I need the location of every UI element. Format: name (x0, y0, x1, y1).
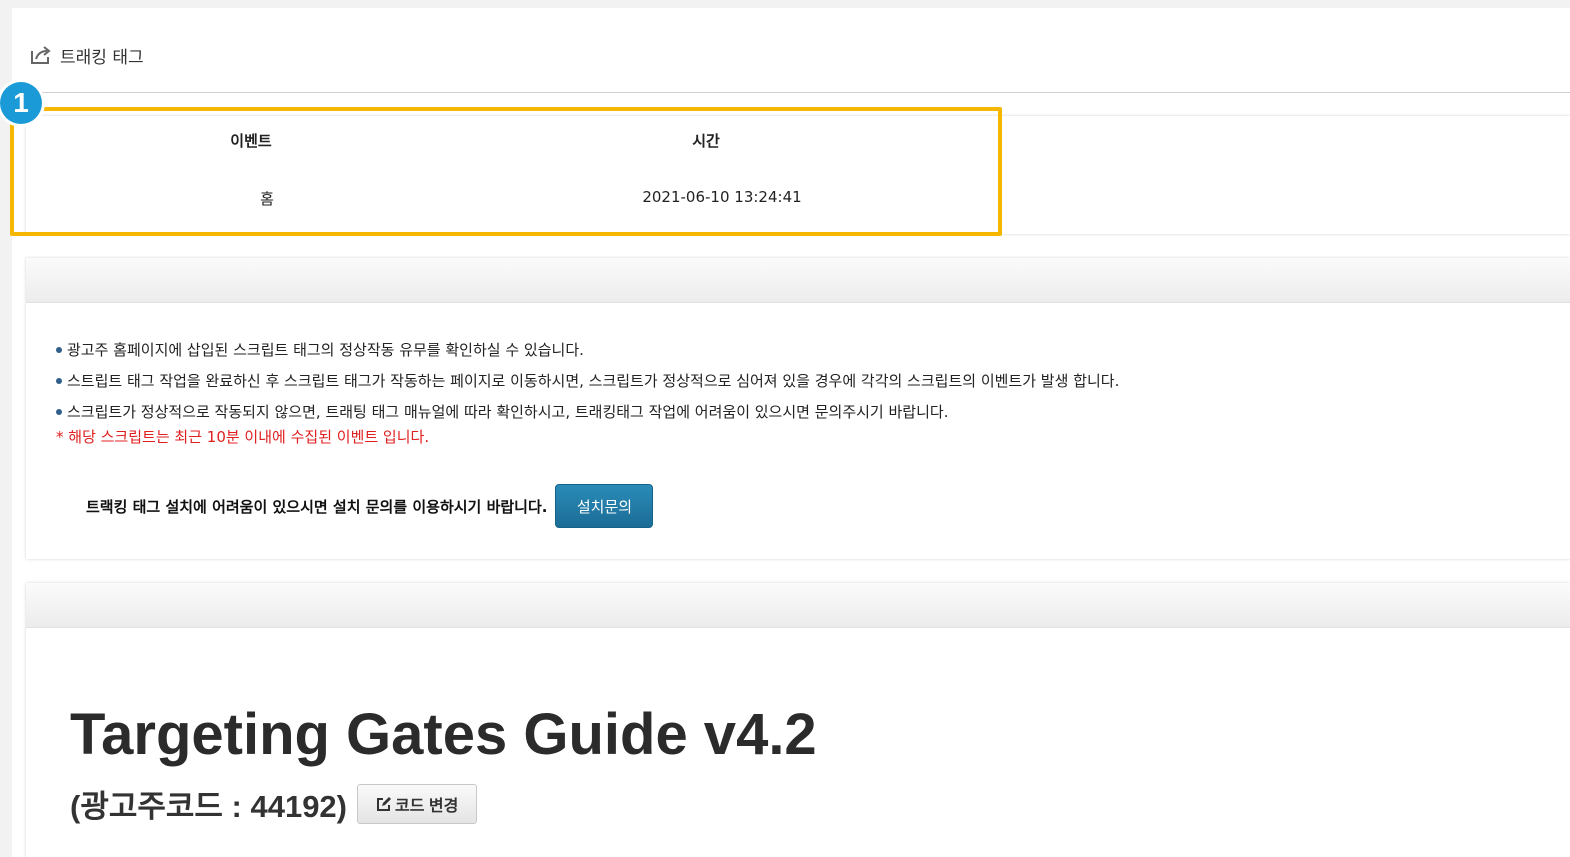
guide-card: Targeting Gates Guide v4.2 (광고주코드 : 4419… (26, 583, 1570, 857)
info-text: 광고주 홈페이지에 삽입된 스크립트 태그의 정상작동 유무를 확인하실 수 있… (67, 340, 584, 359)
highlight-box (10, 107, 1002, 236)
guide-card-header (26, 583, 1570, 628)
page-header: 트래킹 태그 (30, 40, 144, 70)
info-list: 광고주 홈페이지에 삽입된 스크립트 태그의 정상작동 유무를 확인하실 수 있… (56, 334, 1119, 427)
bullet-icon (56, 408, 62, 415)
page-title: 트래킹 태그 (60, 47, 144, 68)
bullet-icon (56, 377, 62, 384)
change-code-button[interactable]: 코드 변경 (357, 783, 478, 824)
step-badge: 1 (0, 82, 42, 124)
info-text: 스트립트 태그 작업을 완료하신 후 스크립트 태그가 작동하는 페이지로 이동… (67, 371, 1120, 390)
list-item: 스크립트가 정상적으로 작동되지 않으면, 트래팅 태그 매뉴얼에 따라 확인하… (56, 396, 1119, 427)
info-card-header (26, 258, 1570, 303)
info-card: 광고주 홈페이지에 삽입된 스크립트 태그의 정상작동 유무를 확인하실 수 있… (26, 258, 1570, 559)
install-row: 트랙킹 태그 설치에 어려움이 있으시면 설치 문의를 이용하시기 바랍니다. … (86, 484, 654, 528)
bullet-icon (56, 346, 62, 353)
header-divider (28, 92, 1570, 93)
advertiser-code-row: (광고주코드 : 44192) 코드 변경 (70, 781, 478, 826)
install-help-text: 트랙킹 태그 설치에 어려움이 있으시면 설치 문의를 이용하시기 바랍니다. (86, 497, 548, 516)
install-inquiry-button[interactable]: 설치문의 (555, 484, 654, 528)
change-code-label: 코드 변경 (395, 797, 459, 815)
info-text: 스크립트가 정상적으로 작동되지 않으면, 트래팅 태그 매뉴얼에 따라 확인하… (67, 402, 949, 421)
share-icon (30, 45, 54, 65)
list-item: 스트립트 태그 작업을 완료하신 후 스크립트 태그가 작동하는 페이지로 이동… (56, 365, 1119, 396)
edit-icon (376, 796, 392, 812)
advertiser-code: (광고주코드 : 44192) (70, 789, 347, 824)
warning-text: * 해당 스크립트는 최근 10분 이내에 수집된 이벤트 입니다. (56, 428, 430, 446)
list-item: 광고주 홈페이지에 삽입된 스크립트 태그의 정상작동 유무를 확인하실 수 있… (56, 334, 1119, 365)
guide-title: Targeting Gates Guide v4.2 (70, 702, 817, 767)
